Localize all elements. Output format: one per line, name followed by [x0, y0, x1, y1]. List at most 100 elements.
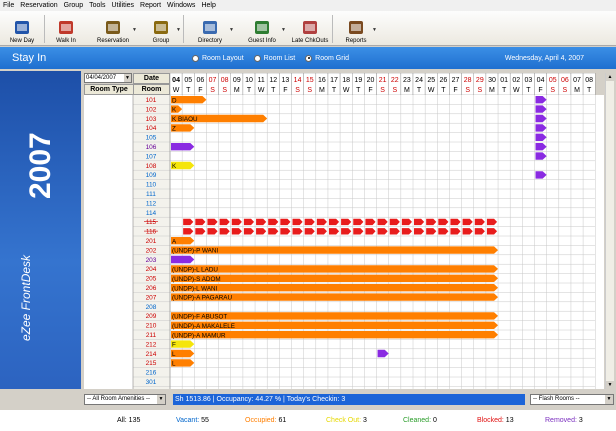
blocked-cell[interactable] [316, 218, 327, 226]
room-number[interactable]: 114 [146, 210, 157, 217]
booking-bar[interactable] [535, 143, 547, 151]
booking-bar[interactable] [535, 114, 547, 123]
room-number[interactable]: 115 [146, 219, 157, 226]
blocked-cell[interactable] [304, 218, 315, 226]
room-number[interactable]: 201 [146, 238, 157, 245]
blocked-cell[interactable] [377, 218, 388, 226]
chevron-down-icon[interactable]: ▼ [605, 395, 613, 404]
chevron-down-icon[interactable]: ▼ [124, 74, 131, 82]
blocked-cell[interactable] [328, 228, 340, 235]
blocked-cell[interactable] [426, 218, 437, 226]
blocked-cell[interactable] [401, 218, 412, 226]
blocked-cell[interactable] [365, 218, 376, 226]
directory-button[interactable]: Directory ▼ [184, 11, 236, 46]
menu-help[interactable]: Help [198, 2, 218, 9]
blocked-cell[interactable] [486, 218, 498, 226]
booking-bar[interactable] [171, 255, 195, 264]
room-number[interactable]: 206 [146, 285, 157, 292]
blocked-cell[interactable] [268, 228, 279, 235]
booking-bar[interactable] [171, 265, 499, 273]
room-number[interactable]: 301 [146, 379, 157, 386]
blocked-cell[interactable] [365, 228, 376, 235]
radio-icon[interactable] [253, 54, 261, 62]
room-number[interactable]: 104 [146, 125, 157, 132]
blocked-cell[interactable] [183, 218, 194, 226]
blocked-cell[interactable] [389, 228, 400, 235]
chevron-down-icon[interactable]: ▼ [176, 27, 181, 33]
booking-bar[interactable] [171, 284, 499, 292]
blocked-cell[interactable] [474, 228, 485, 235]
menu-windows[interactable]: Windows [164, 2, 198, 9]
booking-bar[interactable] [171, 143, 195, 151]
radio-icon[interactable] [305, 54, 313, 62]
blocked-cell[interactable] [353, 228, 364, 235]
blocked-cell[interactable] [243, 218, 255, 226]
blocked-cell[interactable] [341, 228, 352, 235]
room-number[interactable]: 108 [146, 163, 157, 170]
vertical-scrollbar[interactable]: ▲ ▼ [605, 73, 614, 389]
blocked-cell[interactable] [207, 228, 218, 235]
blocked-cell[interactable] [450, 228, 461, 235]
booking-bar[interactable] [171, 246, 499, 254]
reports-button[interactable]: Reports ▼ [333, 11, 379, 46]
booking-bar[interactable] [535, 171, 547, 179]
chevron-down-icon[interactable]: ▼ [281, 27, 286, 33]
blocked-cell[interactable] [377, 228, 388, 235]
room-number[interactable]: 214 [146, 351, 157, 358]
blocked-cell[interactable] [219, 218, 230, 226]
radio-icon[interactable] [192, 54, 199, 62]
room-number[interactable]: 216 [146, 370, 157, 377]
blocked-cell[interactable] [462, 228, 473, 235]
booking-bar[interactable] [535, 124, 547, 132]
blocked-cell[interactable] [280, 228, 291, 235]
flash-rooms-select[interactable]: -- Flash Rooms -- ▼ [530, 394, 614, 405]
view-room-layout-radio[interactable]: Room Layout [192, 54, 244, 62]
booking-bar[interactable] [535, 133, 547, 141]
walk-in-button[interactable]: Walk In [45, 11, 87, 46]
room-number[interactable]: 202 [146, 247, 157, 254]
group-button[interactable]: Group ▼ [139, 11, 183, 46]
menu-file[interactable]: File [0, 2, 17, 9]
late-chkouts-button[interactable]: Late ChkOuts [288, 11, 332, 46]
room-number[interactable]: 116 [146, 229, 157, 236]
blocked-cell[interactable] [414, 228, 425, 235]
room-number[interactable]: 110 [146, 182, 157, 189]
booking-bar[interactable] [535, 96, 547, 104]
blocked-cell[interactable] [401, 228, 412, 235]
room-number[interactable]: 102 [146, 106, 157, 113]
scroll-down-icon[interactable]: ▼ [606, 381, 614, 389]
blocked-cell[interactable] [195, 228, 206, 235]
blocked-cell[interactable] [438, 218, 449, 226]
room-number[interactable]: 215 [146, 360, 157, 367]
reservation-button[interactable]: Reservation ▼ [87, 11, 139, 46]
booking-bar[interactable] [535, 152, 547, 160]
blocked-cell[interactable] [450, 218, 461, 226]
new-day-button[interactable]: New Day [0, 11, 44, 46]
room-number[interactable]: 101 [146, 97, 157, 104]
menu-group[interactable]: Group [61, 2, 86, 9]
blocked-cell[interactable] [231, 218, 242, 226]
room-number[interactable]: 208 [146, 304, 157, 311]
menu-report[interactable]: Report [137, 2, 164, 9]
blocked-cell[interactable] [268, 218, 279, 226]
room-number[interactable]: 204 [146, 266, 157, 273]
chevron-down-icon[interactable]: ▼ [229, 27, 234, 33]
room-number[interactable]: 211 [146, 332, 157, 339]
amenities-select[interactable]: -- All Room Amenities -- ▼ [84, 394, 166, 405]
menu-tools[interactable]: Tools [86, 2, 108, 9]
booking-bar[interactable] [535, 105, 547, 113]
room-number[interactable]: 109 [146, 172, 157, 179]
blocked-cell[interactable] [462, 218, 473, 226]
blocked-cell[interactable] [341, 218, 352, 226]
blocked-cell[interactable] [304, 228, 315, 235]
room-number[interactable]: 111 [146, 191, 156, 198]
room-grid[interactable]: 101 102 103 104 105 106 107 108 109 110 111 112 114 1… [84, 95, 604, 389]
room-number[interactable]: 205 [146, 276, 157, 283]
blocked-cell[interactable] [280, 218, 291, 226]
blocked-cell[interactable] [389, 218, 400, 226]
room-number[interactable]: 210 [146, 323, 157, 330]
room-number[interactable]: 212 [146, 341, 157, 348]
menu-utilities[interactable]: Utilities [108, 2, 137, 9]
room-number[interactable]: 103 [146, 116, 157, 123]
blocked-cell[interactable] [292, 228, 303, 235]
